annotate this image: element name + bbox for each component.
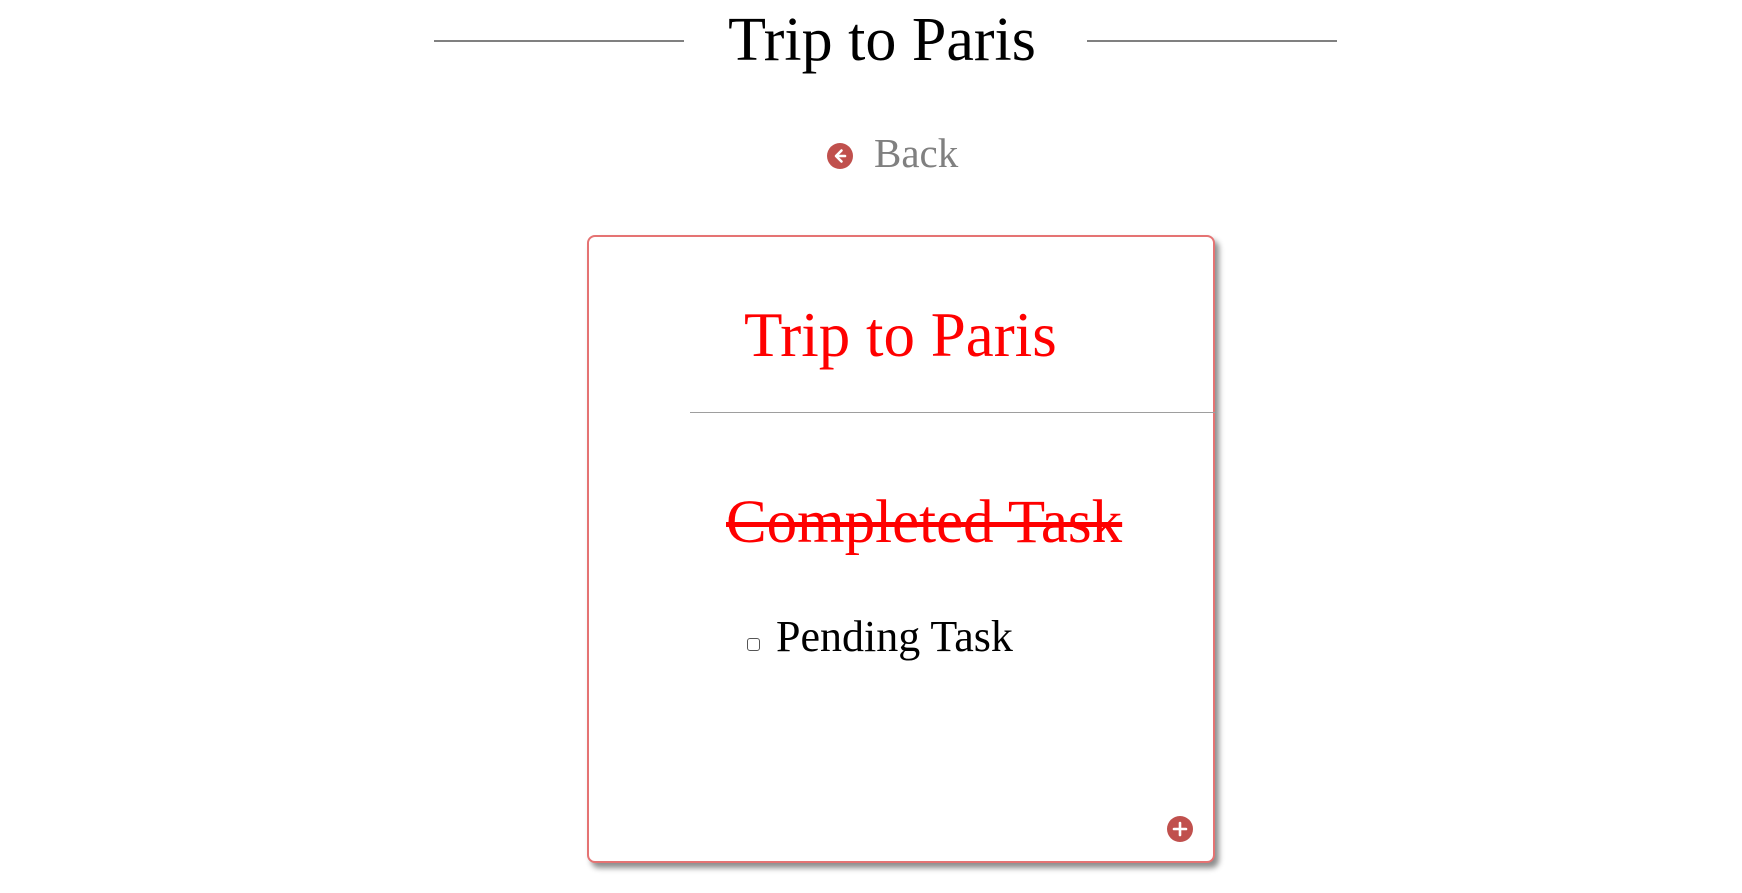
- task-label: Pending Task: [776, 612, 1013, 661]
- arrow-left-circle-icon: [826, 142, 854, 170]
- plus-circle-icon: [1166, 815, 1194, 843]
- task-item-completed[interactable]: Completed Task: [726, 487, 1122, 559]
- add-task-button[interactable]: [1166, 815, 1194, 843]
- back-link[interactable]: Back: [826, 128, 958, 178]
- back-label: Back: [874, 130, 959, 176]
- page-header: Trip to Paris: [0, 0, 1742, 90]
- page-title: Trip to Paris: [728, 6, 1036, 74]
- header-divider-right: [1087, 40, 1337, 42]
- task-checkbox[interactable]: [747, 637, 760, 651]
- task-item-pending: Pending Task: [747, 607, 1013, 667]
- task-list: Completed Task Pending Task: [589, 237, 1213, 861]
- list-card: Trip to Paris Completed Task Pending Tas…: [587, 235, 1215, 863]
